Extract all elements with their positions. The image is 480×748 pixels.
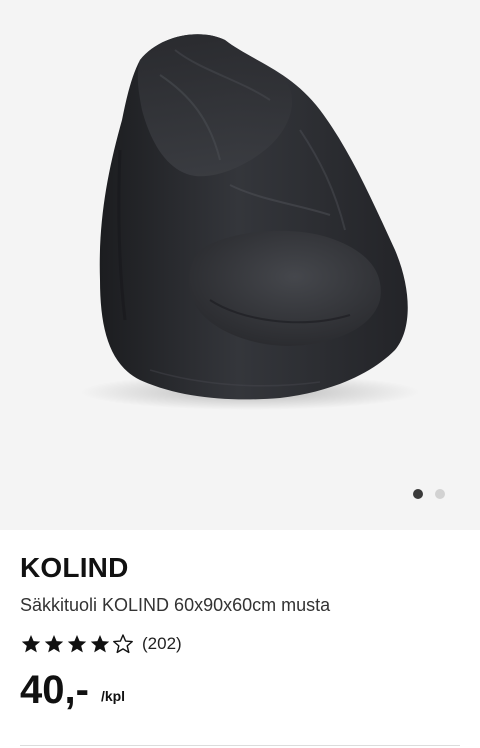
star-empty-icon bbox=[113, 634, 133, 654]
review-count[interactable]: (202) bbox=[142, 634, 182, 654]
price-unit: /kpl bbox=[100, 688, 126, 704]
star-filled-icon bbox=[90, 635, 110, 653]
price-value: 40,- bbox=[20, 668, 89, 712]
product-price: 40,- /kpl bbox=[20, 666, 125, 714]
gallery-pagination bbox=[413, 489, 445, 499]
star-filled-icon bbox=[44, 635, 64, 653]
divider bbox=[20, 745, 460, 746]
product-description: Säkkituoli KOLIND 60x90x60cm musta bbox=[20, 595, 331, 615]
bean-bag-chair-image[interactable] bbox=[0, 0, 480, 530]
gallery-dot-2[interactable] bbox=[435, 489, 445, 499]
product-name: KOLIND bbox=[20, 552, 129, 583]
rating-stars bbox=[20, 633, 134, 655]
gallery-dot-1[interactable] bbox=[413, 489, 423, 499]
product-image-gallery[interactable] bbox=[0, 0, 480, 530]
product-rating[interactable]: (202) bbox=[20, 632, 182, 656]
star-filled-icon bbox=[67, 635, 87, 653]
star-filled-icon bbox=[21, 635, 41, 653]
